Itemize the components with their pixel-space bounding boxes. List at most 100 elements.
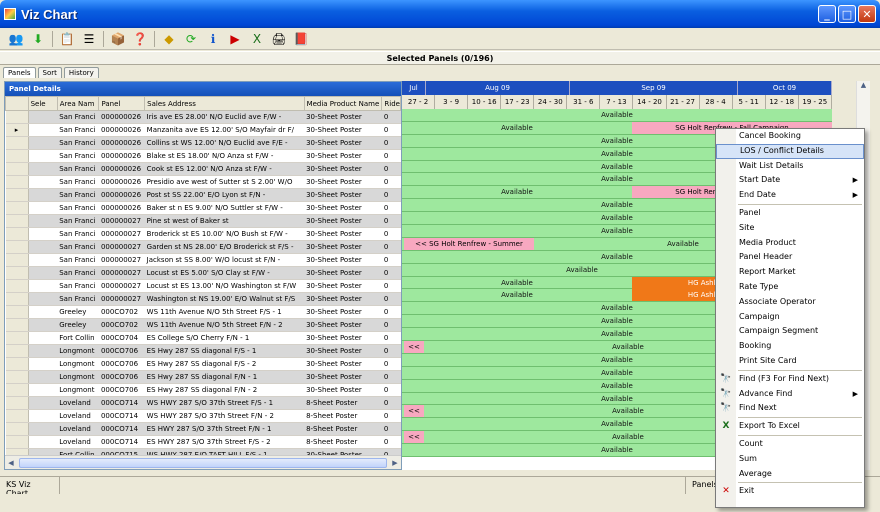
menu-item-export-to-excel[interactable]: X Export To Excel xyxy=(716,419,864,434)
minimize-button[interactable]: _ xyxy=(818,5,836,23)
menu-item-start-date[interactable]: Start Date ▶ xyxy=(716,173,864,188)
arrow-down-icon[interactable]: ⬇ xyxy=(28,30,48,48)
row-indicator[interactable] xyxy=(5,357,29,371)
scroll-left-icon[interactable]: ◀ xyxy=(5,459,17,467)
row-indicator[interactable] xyxy=(5,136,29,150)
booking-segment[interactable]: << xyxy=(404,431,424,444)
menu-item-campaign-segment[interactable]: Campaign Segment xyxy=(716,324,864,339)
column-header-area-nam[interactable]: Area Nam xyxy=(56,96,100,111)
row-indicator[interactable] xyxy=(5,227,29,241)
timeline-row[interactable]: Available xyxy=(402,109,832,122)
menu-item-site[interactable]: Site xyxy=(716,221,864,236)
tab-sort[interactable]: Sort xyxy=(37,67,62,78)
table-row[interactable]: Longmont 000CO706 ES Hwy 287 SS diagonal F… xyxy=(5,383,401,397)
select-cell[interactable] xyxy=(28,175,58,189)
table-row[interactable]: Fort Collin 000CO704 ES College S/O Cherry… xyxy=(5,331,401,345)
row-indicator[interactable] xyxy=(5,435,29,449)
menu-item-report-market[interactable]: Report Market xyxy=(716,265,864,280)
table-row[interactable]: Longmont 000CO706 ES Hwy 287 SS diagonal F… xyxy=(5,370,401,384)
table-row[interactable]: San Franci 000000026 Blake st ES 18.00' N/… xyxy=(5,149,401,163)
row-indicator[interactable] xyxy=(5,149,29,163)
select-cell[interactable] xyxy=(28,240,58,254)
row-indicator[interactable] xyxy=(5,110,29,124)
scroll-up-icon[interactable]: ▲ xyxy=(857,81,870,95)
table-row[interactable]: San Franci 000000027 Washington st NS 19.0… xyxy=(5,292,401,306)
excel-icon[interactable]: X xyxy=(247,30,267,48)
table-row[interactable]: San Franci 000000026 Iris ave ES 28.00' N/… xyxy=(5,110,401,124)
row-indicator[interactable] xyxy=(5,331,29,345)
horizontal-scrollbar[interactable]: ◀ ▶ xyxy=(5,455,401,469)
row-indicator[interactable]: ▸ xyxy=(5,123,29,137)
row-indicator[interactable] xyxy=(5,409,29,423)
menu-item-advance-find[interactable]: 🔭 Advance Find ▶ xyxy=(716,387,864,402)
menu-item-find-f3-for-find-next[interactable]: 🔭 Find (F3 For Find Next) xyxy=(716,372,864,387)
menu-item-count[interactable]: Count xyxy=(716,437,864,452)
menu-item-print-site-card[interactable]: Print Site Card xyxy=(716,354,864,369)
table-row[interactable]: San Franci 000000027 Jackson st SS 8.00' W… xyxy=(5,253,401,267)
printer-icon[interactable]: 🖨 xyxy=(269,30,289,48)
select-cell[interactable] xyxy=(28,409,58,423)
availability-segment[interactable]: Available xyxy=(402,122,632,134)
row-indicator[interactable] xyxy=(5,292,29,306)
select-cell[interactable] xyxy=(28,227,58,241)
availability-segment[interactable]: Available xyxy=(402,264,762,276)
table-row[interactable]: ▸ San Franci 000000026 Manzanita ave ES 12.… xyxy=(5,123,401,137)
table-row[interactable]: Loveland 000CO714 WS HWY 287 S/O 37th Stre… xyxy=(5,409,401,423)
diamond-arrow-icon[interactable]: ◆ xyxy=(159,30,179,48)
row-indicator[interactable] xyxy=(5,175,29,189)
menu-item-booking[interactable]: Booking xyxy=(716,339,864,354)
availability-segment[interactable]: Available xyxy=(402,277,632,289)
row-indicator[interactable] xyxy=(5,240,29,254)
select-cell[interactable] xyxy=(28,201,58,215)
select-cell[interactable] xyxy=(28,305,58,319)
row-indicator[interactable] xyxy=(5,370,29,384)
menu-item-los-conflict-details[interactable]: LOS / Conflict Details xyxy=(716,143,864,159)
tab-history[interactable]: History xyxy=(63,67,99,78)
select-cell[interactable] xyxy=(28,383,58,397)
select-cell[interactable] xyxy=(28,344,58,358)
help-file-icon[interactable]: ❓ xyxy=(130,30,150,48)
table-row[interactable]: San Franci 000000026 Cook st ES 12.00' N/O… xyxy=(5,162,401,176)
close-button[interactable]: ✕ xyxy=(858,5,876,23)
people-icon[interactable]: 👥 xyxy=(6,30,26,48)
info-icon[interactable]: ℹ xyxy=(203,30,223,48)
table-row[interactable]: San Franci 000000027 Garden st NS 28.00' E… xyxy=(5,240,401,254)
column-header-sales-address[interactable]: Sales Address xyxy=(144,96,305,111)
clipboard-icon[interactable]: 📋 xyxy=(57,30,77,48)
row-indicator[interactable] xyxy=(5,279,29,293)
row-indicator[interactable] xyxy=(5,383,29,397)
menu-item-associate-operator[interactable]: Associate Operator xyxy=(716,295,864,310)
select-cell[interactable] xyxy=(28,331,58,345)
availability-segment[interactable]: Available xyxy=(402,109,832,121)
select-cell[interactable] xyxy=(28,396,58,410)
menu-item-average[interactable]: Average xyxy=(716,467,864,482)
row-indicator[interactable] xyxy=(5,266,29,280)
menu-item-panel-header[interactable]: Panel Header xyxy=(716,250,864,265)
menu-item-panel[interactable]: Panel xyxy=(716,206,864,221)
scrollbar-thumb[interactable] xyxy=(19,457,387,468)
select-cell[interactable] xyxy=(28,162,58,176)
table-row[interactable]: San Franci 000000027 Locust st ES 5.00' S/… xyxy=(5,266,401,280)
select-cell[interactable] xyxy=(28,357,58,371)
column-header-media-product-name[interactable]: Media Product Name xyxy=(303,96,383,111)
menu-item-end-date[interactable]: End Date ▶ xyxy=(716,188,864,203)
table-row[interactable]: Loveland 000CO714 WS HWY 287 S/O 37th Stre… xyxy=(5,396,401,410)
tab-panels[interactable]: Panels xyxy=(3,67,36,78)
list-icon[interactable]: ☰ xyxy=(79,30,99,48)
menu-item-find-next[interactable]: 🔭 Find Next xyxy=(716,401,864,416)
row-indicator[interactable] xyxy=(5,188,29,202)
select-cell[interactable] xyxy=(28,435,58,449)
filmstrip-icon[interactable]: ▶ xyxy=(225,30,245,48)
maximize-button[interactable]: □ xyxy=(838,5,856,23)
row-indicator[interactable] xyxy=(5,253,29,267)
row-indicator[interactable] xyxy=(5,422,29,436)
menu-item-cancel-booking[interactable]: Cancel Booking xyxy=(716,129,864,144)
menu-item-media-product[interactable]: Media Product xyxy=(716,236,864,251)
booking-segment[interactable]: << xyxy=(404,405,424,418)
row-indicator[interactable] xyxy=(5,201,29,215)
select-cell[interactable] xyxy=(28,123,58,137)
availability-segment[interactable]: Available xyxy=(402,186,632,198)
table-row[interactable]: Greeley 000CO702 WS 11th Avenue N/O 5th St… xyxy=(5,318,401,332)
select-cell[interactable] xyxy=(28,110,58,124)
menu-item-sum[interactable]: Sum xyxy=(716,452,864,467)
